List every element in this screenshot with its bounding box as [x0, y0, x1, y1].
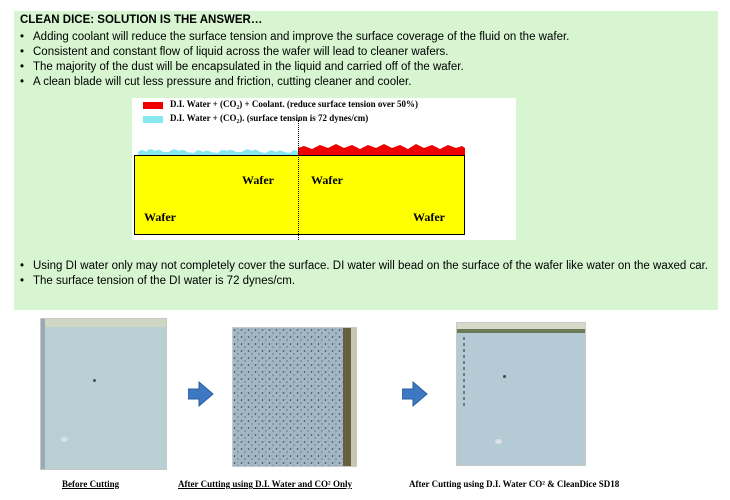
arrow-right-icon [402, 381, 428, 407]
wafer-label-top-right: Wafer [311, 173, 343, 187]
photo-after-cleandice [456, 322, 586, 466]
fluid-surface [138, 144, 465, 156]
caption-after-di-water: After Cutting using D.I. Water and CO² O… [178, 479, 352, 489]
bullet-blade: A clean blade will cut less pressure and… [18, 75, 718, 90]
photo-after-di-water [232, 327, 357, 467]
bullet-flow: Consistent and constant flow of liquid a… [18, 45, 718, 60]
bullet-surface-tension: The surface tension of the DI water is 7… [18, 274, 718, 289]
bullet-dust: The majority of the dust will be encapsu… [18, 60, 718, 75]
bullet-di-water-coverage: Using DI water only may not completely c… [18, 259, 718, 274]
slide-title: CLEAN DICE: SOLUTION IS THE ANSWER… [20, 14, 263, 26]
caption-after-cleandice: After Cutting using D.I. Water CO² & Cle… [409, 479, 620, 489]
photo-before-cutting [40, 318, 167, 470]
caption-before-cutting: Before Cutting [62, 479, 120, 489]
wafer-label-bottom-right: Wafer [413, 210, 445, 224]
arrow-right-icon [188, 381, 214, 407]
cut-line [298, 120, 299, 240]
wafer-label-top-left: Wafer [242, 173, 274, 187]
wafer-label-bottom-left: Wafer [144, 210, 176, 224]
top-bullet-list: Adding coolant will reduce the surface t… [18, 30, 718, 90]
wafer-diagram: D.I. Water + (CO₂) + Coolant. (reduce su… [132, 98, 516, 240]
bottom-bullet-list: Using DI water only may not completely c… [18, 259, 718, 289]
bullet-coolant: Adding coolant will reduce the surface t… [18, 30, 718, 45]
wafer-block: Wafer Wafer Wafer Wafer [134, 155, 465, 235]
